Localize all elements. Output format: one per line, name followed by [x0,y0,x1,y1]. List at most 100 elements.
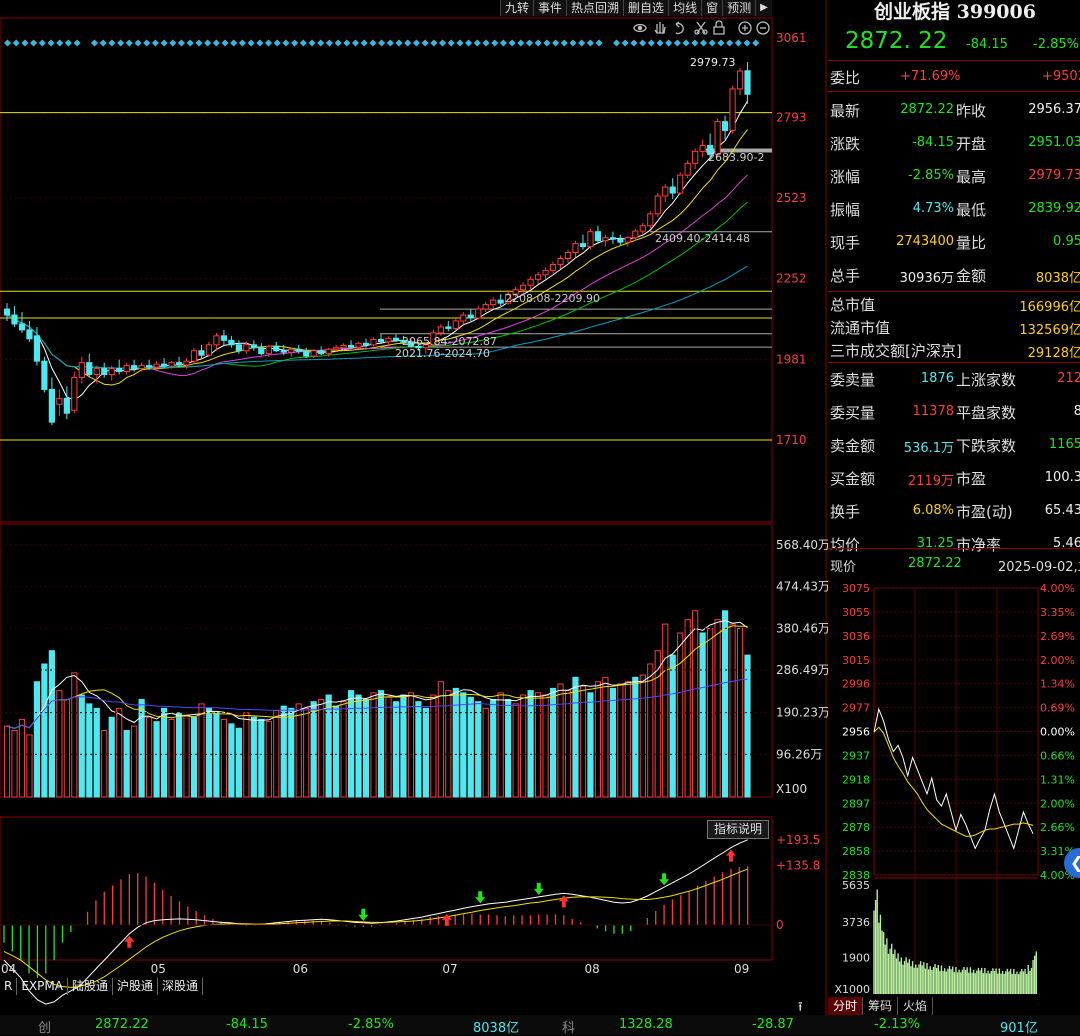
event-diamond[interactable] [560,39,568,47]
event-diamond[interactable] [178,39,185,47]
volume-bar[interactable] [355,694,362,798]
event-diamond[interactable] [291,39,299,47]
candle[interactable] [714,121,721,155]
volume-bar[interactable] [564,690,572,798]
volume-bar[interactable] [497,692,504,798]
volume-bar[interactable] [131,725,138,798]
volume-bar[interactable] [48,650,55,798]
candle[interactable] [318,350,325,355]
volume-bar[interactable] [333,705,340,798]
volume-bar[interactable] [639,674,646,798]
candle[interactable] [669,186,676,194]
event-diamond[interactable] [204,39,212,47]
event-diamond[interactable] [334,39,342,47]
volume-bar[interactable] [303,707,310,798]
volume-bar[interactable] [26,734,33,798]
candle[interactable] [33,335,41,362]
volume-bar[interactable] [205,707,213,798]
event-diamond[interactable] [256,39,264,47]
candle[interactable] [175,362,183,366]
ticker-star-label[interactable]: 科 [562,1017,575,1036]
candle[interactable] [497,299,504,304]
candle[interactable] [228,339,235,346]
volume-bar[interactable] [160,707,168,798]
candle[interactable] [617,238,624,243]
event-diamond[interactable] [734,39,742,47]
event-diamond[interactable] [143,39,151,47]
candle[interactable] [445,326,452,329]
volume-bar[interactable] [572,676,579,798]
volume-bar[interactable] [41,663,48,798]
event-diamond[interactable] [456,39,464,47]
volume-bar[interactable] [220,718,228,798]
event-diamond[interactable] [552,39,560,47]
candle[interactable] [258,347,265,355]
event-diamond[interactable] [665,39,673,47]
event-diamond[interactable] [73,39,81,47]
event-diamond[interactable] [247,39,255,47]
event-diamond[interactable] [352,39,359,47]
play-icon[interactable]: ▶ [755,0,772,16]
candle[interactable] [280,350,287,353]
candle[interactable] [475,308,482,319]
volume-bar[interactable] [213,712,220,798]
candle[interactable] [744,70,751,95]
volume-bar[interactable] [295,703,302,798]
event-diamond[interactable] [421,39,429,47]
event-diamond[interactable] [4,39,11,47]
event-diamond[interactable] [230,39,238,47]
candle[interactable] [527,278,534,286]
event-diamond[interactable] [308,39,316,47]
volume-bar[interactable] [243,712,250,798]
tab-chouma[interactable]: 筹码 [863,997,899,1015]
volume-bar[interactable] [101,729,108,798]
tab-fenshi[interactable]: 分时 [828,997,864,1015]
volume-bar[interactable] [258,718,265,798]
volume-bar[interactable] [340,701,347,798]
volume-bar[interactable] [265,721,272,798]
candle[interactable] [93,368,100,376]
candle[interactable] [63,397,70,414]
candle[interactable] [587,231,594,248]
event-diamond[interactable] [404,39,412,47]
ticker-chinext-label[interactable]: 创 [38,1017,51,1036]
candle[interactable] [639,225,646,232]
candle[interactable] [153,363,160,368]
volume-bar[interactable] [228,723,235,798]
event-diamond[interactable] [508,39,516,47]
volume-bar[interactable] [542,694,549,798]
candle[interactable] [662,186,669,197]
event-diamond[interactable] [482,39,490,47]
event-diamond[interactable] [108,39,116,47]
hand-icon[interactable] [654,22,666,34]
event-diamond[interactable] [439,39,446,47]
candle[interactable] [108,368,115,376]
volume-bar[interactable] [557,683,564,798]
event-diamond[interactable] [578,39,586,47]
volume-bar[interactable] [617,683,624,798]
event-diamond[interactable] [447,39,455,47]
event-diamond[interactable] [499,39,507,47]
volume-bar[interactable] [505,698,512,798]
event-diamond[interactable] [656,39,664,47]
volume-bar[interactable] [445,690,452,798]
candle[interactable] [370,338,377,346]
candle[interactable] [168,362,175,367]
event-diamond[interactable] [700,39,707,47]
event-diamond[interactable] [169,39,177,47]
volume-bar[interactable] [138,698,145,798]
event-diamond[interactable] [395,39,403,47]
candle[interactable] [482,304,489,310]
volume-bar[interactable] [647,663,654,798]
candle[interactable] [71,377,78,411]
volume-bar[interactable] [460,692,467,798]
candle[interactable] [183,360,190,366]
volume-bar[interactable] [534,692,542,798]
volume-bar[interactable] [422,707,429,798]
volume-bar[interactable] [198,703,205,798]
tab-expma[interactable]: EXPMA [17,978,68,995]
event-diamond[interactable] [673,39,681,47]
event-diamond[interactable] [160,39,168,47]
candle[interactable] [392,337,400,341]
candle[interactable] [557,257,564,265]
